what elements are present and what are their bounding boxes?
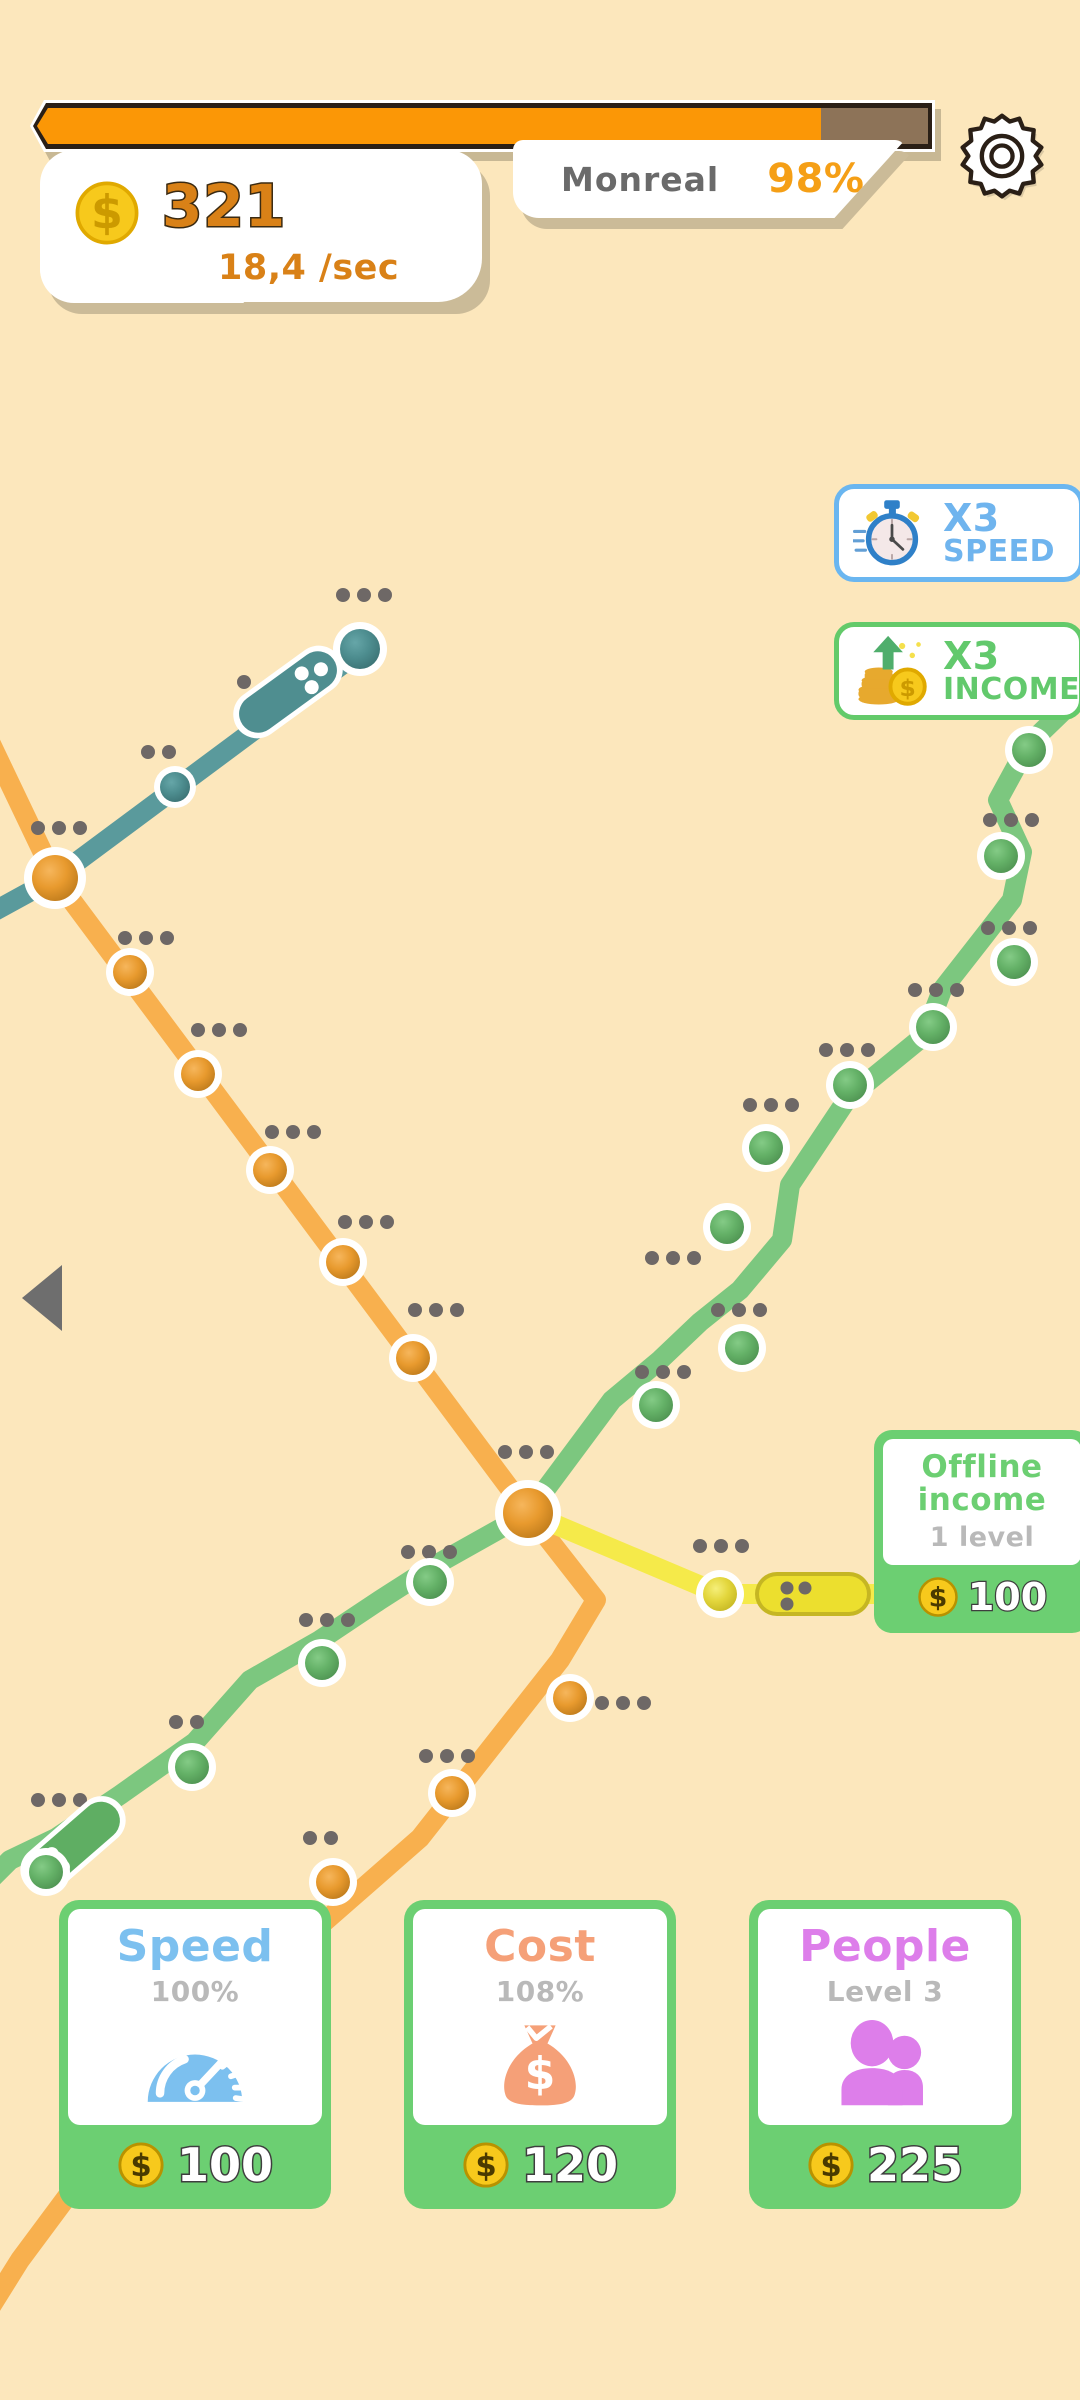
upgrade-people-icon-wrap [766,2016,1004,2112]
central-hub-station[interactable] [495,1480,561,1546]
station-orange-6[interactable] [546,1674,594,1722]
coin-icon: $ [918,1577,958,1617]
stations[interactable] [22,622,1053,1956]
upgrade-cost-info: Cost 108% $ [413,1909,667,2125]
station-orange-3[interactable] [246,1146,294,1194]
city-name: Monreal [561,159,720,199]
upgrade-speed-title: Speed [116,1921,274,1972]
x3-speed-boost-button[interactable]: X3 SPEED [834,484,1080,582]
teal-train[interactable] [224,636,353,748]
speedometer-icon [147,2054,245,2102]
previous-city-arrow-icon[interactable] [22,1265,62,1331]
offline-income-level: 1 level [929,1521,1035,1553]
coins-up-arrow-icon: $ [858,635,927,706]
upgrade-speed-price: $ 100 [68,2125,322,2209]
money-bag-icon: $ [504,2024,576,2106]
station-green-7[interactable] [703,1203,751,1251]
station-green-9[interactable] [632,1381,680,1429]
offline-income-price: $ 100 [883,1565,1080,1633]
upgrade-card-people[interactable]: People Level 3 $ 225 [749,1900,1021,2209]
coin-icon: $ [72,178,142,248]
boost-income-text: X3 INCOME [943,633,1080,707]
offline-income-title-line1: Offline [921,1449,1043,1485]
money-panel[interactable]: $ 321 18,4 /sec [40,150,490,314]
station-green-3[interactable] [990,938,1038,986]
boost-speed-multiplier: X3 [943,495,1000,540]
station-green-4[interactable] [909,1003,957,1051]
green-line-path [0,681,1080,1885]
svg-text:$: $ [130,2148,151,2184]
svg-text:$: $ [899,674,915,702]
station-orange-7[interactable] [428,1769,476,1817]
game-screen: $ 321 18,4 /sec Monreal 98% X3 SPEED $ X… [0,0,1080,2400]
offline-income-title-line2: income [917,1482,1047,1519]
upgrade-cost-title: Cost [484,1921,596,1972]
boost-speed-text: X3 SPEED [943,495,1055,569]
coin-icon: $ [118,2142,164,2188]
station-green-13[interactable] [22,1848,70,1896]
progress-bar-fill [37,108,822,144]
station-teal-1[interactable] [333,622,387,676]
settings-button[interactable] [954,110,1050,206]
money-rate: 18,4 /sec [218,248,400,288]
offline-income-card[interactable]: Offline income 1 level $ 100 [874,1430,1080,1633]
svg-text:$: $ [820,2148,841,2184]
progress-bar-track [37,108,928,144]
boost-speed-label: SPEED [943,533,1055,569]
upgrade-speed-price-value: 100 [175,2137,274,2194]
upgrade-cost-price-value: 120 [520,2137,619,2194]
station-orange-8[interactable] [309,1858,357,1906]
station-green-12[interactable] [168,1743,216,1791]
station-green-5[interactable] [826,1061,874,1109]
people-icon [841,2020,923,2106]
upgrade-speed-icon-wrap [76,2016,314,2112]
svg-text:$: $ [928,1583,947,1614]
upgrade-cost-icon-wrap: $ [421,2016,659,2112]
coin-icon: $ [463,2142,509,2188]
yellow-train[interactable] [755,1572,871,1616]
gear-icon [960,113,1045,201]
upgrade-cards-row: Speed 100% $ 100 Cost 108% $ $ 120 Peopl… [0,1900,1080,2209]
boost-income-multiplier: X3 [943,633,1000,678]
city-completion-percent: 98% [767,156,865,202]
station-green-11[interactable] [298,1639,346,1687]
offline-income-info: Offline income 1 level [883,1439,1080,1565]
svg-text:$: $ [475,2148,496,2184]
upgrade-card-speed[interactable]: Speed 100% $ 100 [59,1900,331,2209]
offline-income-price-value: 100 [967,1574,1049,1621]
upgrade-cost-price: $ 120 [413,2125,667,2209]
boost-income-label: INCOME [943,671,1080,707]
station-yellow-1[interactable] [696,1570,744,1618]
station-teal-orange-interchange[interactable] [24,847,86,909]
money-amount: 321 [160,171,287,242]
upgrade-people-price: $ 225 [758,2125,1012,2209]
station-green-10[interactable] [406,1558,454,1606]
upgrade-people-title: People [799,1921,971,1972]
station-orange-1[interactable] [106,948,154,996]
station-green-8[interactable] [718,1324,766,1372]
station-orange-2[interactable] [174,1050,222,1098]
station-green-1[interactable] [1005,726,1053,774]
city-badge[interactable]: Monreal 98% [513,140,913,229]
upgrade-people-info: People Level 3 [758,1909,1012,2125]
coin-icon: $ [808,2142,854,2188]
station-green-2[interactable] [977,832,1025,880]
x3-income-boost-button[interactable]: $ X3 INCOME [834,622,1080,720]
stopwatch-icon [853,500,920,566]
upgrade-speed-value: 100% [150,1975,240,2008]
upgrade-speed-info: Speed 100% [68,1909,322,2125]
station-orange-5[interactable] [389,1334,437,1382]
svg-text:$: $ [91,186,123,240]
upgrade-card-cost[interactable]: Cost 108% $ $ 120 [404,1900,676,2209]
upgrade-people-price-value: 225 [865,2137,964,2194]
station-orange-4[interactable] [319,1238,367,1286]
station-green-6[interactable] [742,1124,790,1172]
station-teal-2[interactable] [154,766,196,808]
upgrade-cost-value: 108% [495,1975,585,2008]
svg-text:$: $ [525,2049,556,2100]
upgrade-people-value: Level 3 [826,1975,944,2008]
